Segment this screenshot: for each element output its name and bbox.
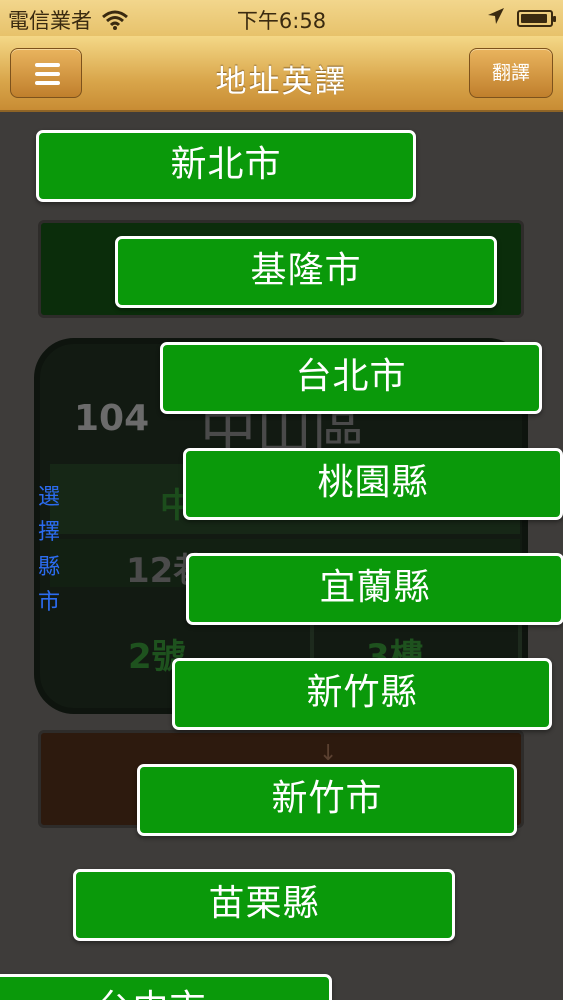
battery-icon: [517, 9, 556, 27]
status-right: [487, 6, 556, 30]
select-city-label[interactable]: 選擇縣市: [33, 480, 65, 620]
app-root: 電信業者 下午6:58 地址英譯 翻譯 104 中山區 中 12巷 2號 3樓 …: [0, 0, 563, 1000]
battery-level: [521, 13, 547, 23]
city-option-button[interactable]: 苗栗縣: [73, 869, 455, 941]
city-option-button[interactable]: 台北市: [160, 342, 542, 414]
city-option-button[interactable]: 桃園縣: [183, 448, 563, 520]
location-arrow-icon: [487, 6, 505, 30]
city-option-button[interactable]: 新北市: [36, 130, 416, 202]
translate-button[interactable]: 翻譯: [469, 48, 553, 98]
nav-bar: 地址英譯 翻譯: [0, 36, 563, 112]
status-bar: 電信業者 下午6:58: [0, 0, 563, 36]
city-option-button[interactable]: 新竹縣: [172, 658, 552, 730]
zip-code[interactable]: 104: [74, 398, 149, 439]
status-time: 下午6:58: [236, 9, 327, 33]
city-option-button[interactable]: 新竹市: [137, 764, 517, 836]
result-marker: ↓: [319, 741, 338, 766]
city-option-button[interactable]: 台中市: [0, 974, 332, 1000]
city-option-button[interactable]: 宜蘭縣: [186, 553, 563, 625]
city-option-button[interactable]: 基隆市: [115, 236, 497, 308]
